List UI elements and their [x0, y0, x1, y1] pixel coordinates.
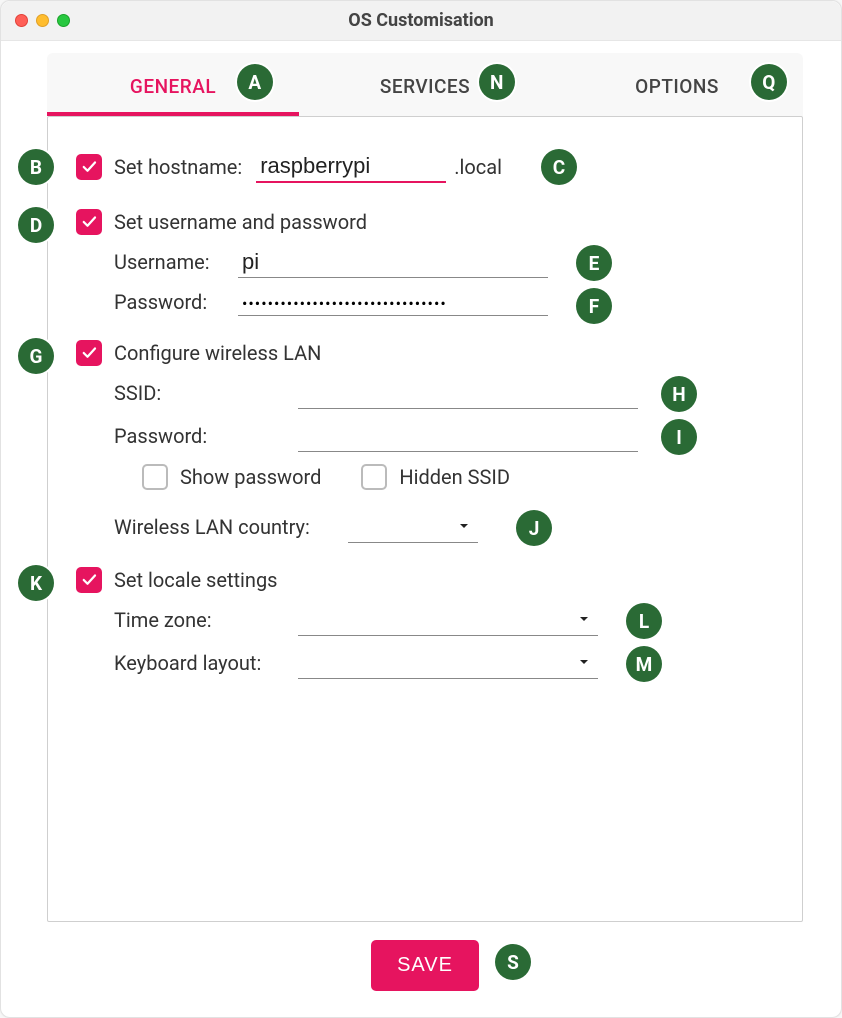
credentials-checkbox[interactable] [76, 209, 102, 235]
save-button-label: SAVE [397, 954, 453, 976]
hostname-checkbox[interactable] [76, 154, 102, 180]
tab-general[interactable]: GENERAL A [47, 53, 299, 116]
wifi-country-select[interactable] [348, 512, 478, 543]
username-input[interactable] [238, 247, 548, 278]
maximize-icon[interactable] [57, 14, 70, 27]
wifi-checkbox[interactable] [76, 340, 102, 366]
close-icon[interactable] [15, 14, 28, 27]
password-label: Password: [114, 290, 224, 314]
annotation-i: I [661, 419, 697, 455]
tab-services[interactable]: SERVICES N [299, 53, 551, 116]
body-area: GENERAL A SERVICES N OPTIONS Q B Set hos… [1, 41, 841, 1017]
wifi-password-row: Password: I [76, 421, 774, 452]
locale-label: Set locale settings [114, 568, 278, 592]
locale-checkbox[interactable] [76, 567, 102, 593]
tab-options-label: OPTIONS [635, 75, 719, 98]
show-password-group: Show password [142, 464, 321, 490]
annotation-m: M [626, 646, 662, 682]
locale-row: K Set locale settings [76, 567, 774, 593]
hidden-ssid-group: Hidden SSID [361, 464, 510, 490]
username-row: Username: E [76, 247, 774, 278]
wifi-country-input[interactable] [348, 512, 478, 543]
save-button[interactable]: SAVE [371, 940, 479, 991]
window-controls [15, 14, 70, 27]
timezone-input[interactable] [298, 605, 598, 636]
keyboard-label: Keyboard layout: [114, 651, 284, 675]
annotation-j: J [516, 510, 552, 546]
annotation-b: B [18, 149, 54, 185]
tab-options[interactable]: OPTIONS Q [551, 53, 803, 116]
annotation-k: K [18, 565, 54, 601]
username-label: Username: [114, 250, 224, 274]
annotation-s: S [495, 944, 531, 980]
show-password-label: Show password [180, 465, 321, 489]
ssid-label: SSID: [114, 381, 284, 405]
wifi-country-row: Wireless LAN country: J [76, 512, 774, 543]
window-title: OS Customisation [1, 10, 841, 31]
annotation-h: H [661, 376, 697, 412]
tab-services-label: SERVICES [380, 75, 470, 98]
timezone-row: Time zone: L [76, 605, 774, 636]
titlebar: OS Customisation [1, 1, 841, 41]
os-customisation-window: OS Customisation GENERAL A SERVICES N OP… [0, 0, 842, 1018]
annotation-c: C [541, 149, 577, 185]
keyboard-input[interactable] [298, 648, 598, 679]
keyboard-select[interactable] [298, 648, 598, 679]
keyboard-row: Keyboard layout: M [76, 648, 774, 679]
wifi-password-input[interactable] [298, 421, 638, 452]
wifi-options-row: Show password Hidden SSID [76, 464, 774, 490]
tabs: GENERAL A SERVICES N OPTIONS Q [47, 53, 803, 116]
hidden-ssid-checkbox[interactable] [361, 464, 387, 490]
annotation-a: A [237, 64, 273, 100]
general-panel: B Set hostname: .local C D Set username … [47, 116, 803, 922]
annotation-d: D [18, 207, 54, 243]
wifi-password-label: Password: [114, 424, 284, 448]
credentials-label: Set username and password [114, 210, 367, 234]
annotation-e: E [576, 245, 612, 281]
annotation-g: G [18, 338, 54, 374]
wifi-label: Configure wireless LAN [114, 341, 321, 365]
footer: SAVE S [47, 922, 803, 995]
ssid-row: SSID: H [76, 378, 774, 409]
hostname-input[interactable] [256, 151, 446, 183]
annotation-q: Q [751, 64, 787, 100]
password-row: Password: ••••••••••••••••••••••••••••••… [76, 290, 774, 316]
wifi-country-label: Wireless LAN country: [114, 515, 334, 539]
hostname-row: B Set hostname: .local C [76, 151, 774, 183]
show-password-checkbox[interactable] [142, 464, 168, 490]
credentials-row: D Set username and password [76, 209, 774, 235]
tab-general-label: GENERAL [130, 75, 216, 98]
hidden-ssid-label: Hidden SSID [399, 465, 510, 489]
minimize-icon[interactable] [36, 14, 49, 27]
timezone-select[interactable] [298, 605, 598, 636]
hostname-label: Set hostname: [114, 155, 242, 179]
annotation-f: F [576, 288, 612, 324]
annotation-n: N [479, 64, 515, 100]
password-input[interactable]: •••••••••••••••••••••••••••••••• [238, 292, 548, 316]
hostname-suffix: .local [454, 155, 502, 179]
wifi-row: G Configure wireless LAN [76, 340, 774, 366]
timezone-label: Time zone: [114, 608, 284, 632]
ssid-input[interactable] [298, 378, 638, 409]
annotation-l: L [626, 603, 662, 639]
